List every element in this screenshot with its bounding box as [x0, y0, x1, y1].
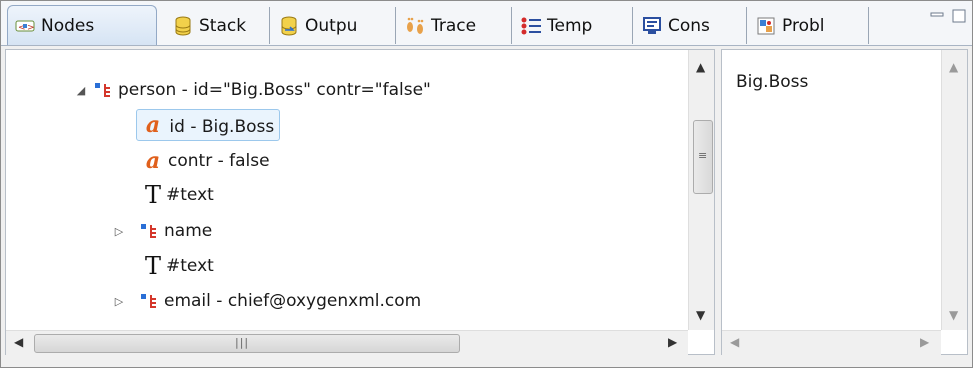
- console-icon: [641, 15, 663, 37]
- collapsed-arrow-icon[interactable]: ▷: [110, 295, 128, 308]
- tab-nodes-label: Nodes: [41, 15, 95, 36]
- grip-icon: |||: [235, 336, 250, 349]
- tab-stack-label: Stack: [199, 15, 247, 36]
- scroll-up-icon[interactable]: ▲: [949, 60, 958, 74]
- tab-console-label: Cons: [668, 15, 710, 36]
- scroll-thumb[interactable]: ≡: [693, 120, 713, 194]
- tab-problems-label: Probl: [782, 15, 825, 36]
- scroll-right-icon[interactable]: ▶: [920, 335, 929, 349]
- text-node-icon: T: [144, 181, 161, 209]
- tree-row[interactable]: T #text: [142, 177, 214, 213]
- scroll-down-icon[interactable]: ▼: [696, 308, 705, 322]
- tree-row-text: name: [164, 221, 213, 241]
- scroll-down-icon[interactable]: ▼: [949, 308, 958, 322]
- tree-row[interactable]: ▷ name: [110, 213, 212, 249]
- value-vertical-scrollbar[interactable]: ▲ ▼: [941, 50, 967, 330]
- nodes-tree[interactable]: ◢ person - id="Big.Boss" contr="false" a…: [5, 49, 715, 355]
- debugger-nodes-view: < > Nodes Stack Outpu Trace Temp Cons Pr…: [0, 0, 973, 368]
- scroll-thumb[interactable]: |||: [34, 334, 460, 353]
- value-horizontal-scrollbar[interactable]: ◀ ▶: [722, 330, 941, 355]
- problems-icon: [755, 15, 777, 37]
- tree-row[interactable]: a id - Big.Boss: [136, 107, 281, 143]
- scroll-right-icon[interactable]: ▶: [668, 335, 677, 349]
- tree-row[interactable]: ◢ person - id="Big.Boss" contr="false": [72, 72, 431, 108]
- attribute-icon: a: [145, 148, 161, 174]
- scroll-up-icon[interactable]: ▲: [696, 60, 705, 74]
- stack-icon: [172, 15, 194, 37]
- selected-row[interactable]: a id - Big.Boss: [136, 109, 281, 141]
- tree-row-text: #text: [166, 256, 214, 276]
- output-icon: [278, 15, 300, 37]
- tab-stack[interactable]: Stack: [166, 7, 270, 44]
- element-icon: [136, 222, 162, 240]
- expanded-arrow-icon[interactable]: ◢: [72, 84, 90, 97]
- tab-problems[interactable]: Probl: [749, 7, 869, 44]
- tab-nodes[interactable]: < > Nodes: [7, 5, 157, 45]
- view-tab-bar: < > Nodes Stack Outpu Trace Temp Cons Pr…: [1, 1, 972, 46]
- minimize-icon[interactable]: [929, 9, 945, 23]
- tree-row-text: #text: [166, 185, 214, 205]
- scroll-left-icon[interactable]: ◀: [14, 335, 23, 349]
- element-icon: [90, 81, 116, 99]
- tree-horizontal-scrollbar[interactable]: ◀ ||| ▶: [6, 330, 688, 355]
- maximize-icon[interactable]: [951, 9, 967, 23]
- nodes-icon: < >: [14, 15, 36, 37]
- node-value-pane[interactable]: Big.Boss ▲ ▼ ◀ ▶: [721, 49, 968, 355]
- tab-output[interactable]: Outpu: [272, 7, 396, 44]
- tab-templates[interactable]: Temp: [514, 7, 633, 44]
- tree-row-text: person - id="Big.Boss" contr="false": [118, 80, 431, 100]
- tab-console[interactable]: Cons: [635, 7, 747, 44]
- svg-text:>: >: [27, 23, 35, 33]
- trace-icon: [404, 15, 426, 37]
- scroll-left-icon[interactable]: ◀: [730, 335, 739, 349]
- grip-icon: ≡: [698, 149, 709, 162]
- tab-trace[interactable]: Trace: [398, 7, 512, 44]
- tree-row-text: email - chief@oxygenxml.com: [164, 291, 422, 311]
- tab-trace-label: Trace: [431, 15, 477, 36]
- text-node-icon: T: [144, 252, 161, 280]
- tab-templates-label: Temp: [547, 15, 593, 36]
- tree-row-text: id - Big.Boss: [169, 117, 275, 137]
- element-icon: [136, 292, 162, 310]
- tree-row[interactable]: ▷ email - chief@oxygenxml.com: [110, 283, 421, 319]
- tree-row-text: contr - false: [168, 151, 270, 171]
- attribute-icon: a: [145, 112, 161, 138]
- tab-output-label: Outpu: [305, 15, 358, 36]
- tree-row[interactable]: a contr - false: [142, 143, 270, 179]
- tree-row[interactable]: T #text: [142, 248, 214, 284]
- node-value-text: Big.Boss: [736, 72, 809, 92]
- collapsed-arrow-icon[interactable]: ▷: [110, 225, 128, 238]
- templates-icon: [520, 15, 542, 37]
- tree-vertical-scrollbar[interactable]: ▲ ≡ ▼: [688, 50, 714, 330]
